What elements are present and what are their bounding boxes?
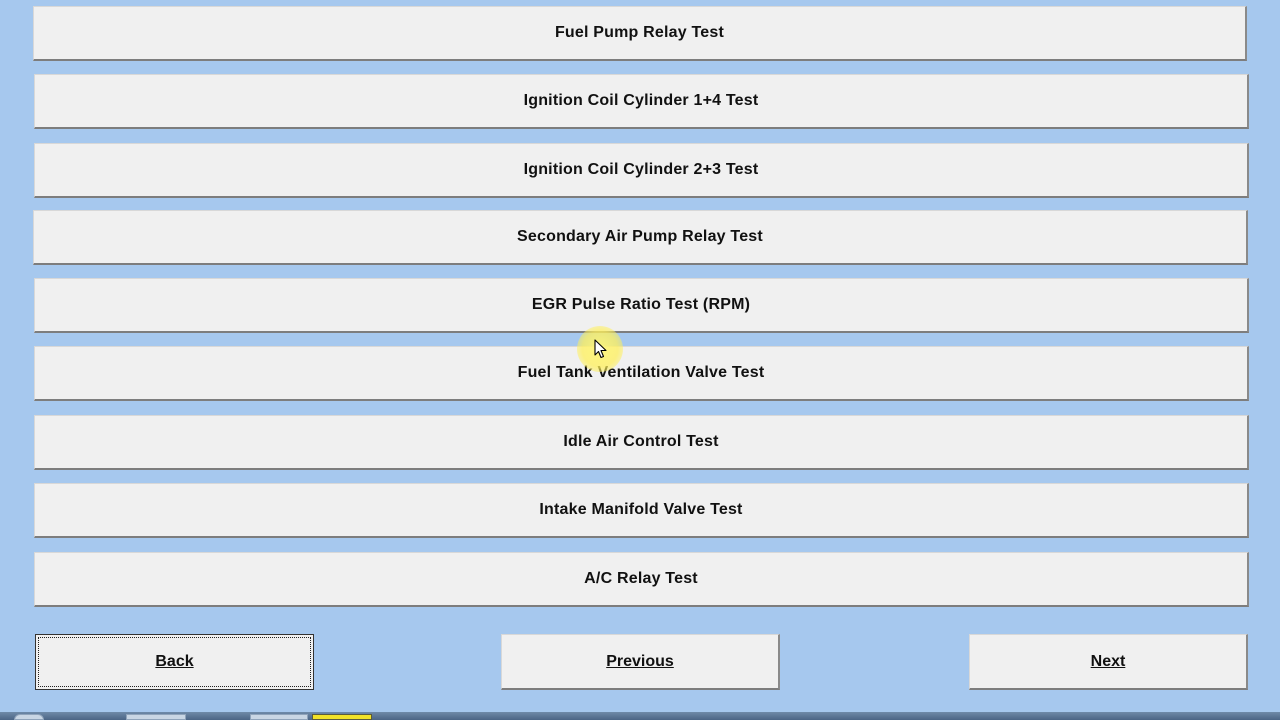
taskbar-item-active[interactable] (312, 714, 372, 720)
fuel-pump-relay-test-button[interactable]: Fuel Pump Relay Test (33, 6, 1247, 61)
taskbar-item-app[interactable] (250, 714, 308, 720)
ignition-coil-cylinder-1-4-test-button[interactable]: Ignition Coil Cylinder 1+4 Test (34, 74, 1249, 129)
taskbar (0, 712, 1280, 720)
fuel-tank-ventilation-valve-test-button[interactable]: Fuel Tank Ventilation Valve Test (34, 346, 1249, 401)
egr-pulse-ratio-test-button[interactable]: EGR Pulse Ratio Test (RPM) (34, 278, 1249, 333)
secondary-air-pump-relay-test-button[interactable]: Secondary Air Pump Relay Test (33, 210, 1248, 265)
idle-air-control-test-button[interactable]: Idle Air Control Test (34, 415, 1249, 470)
next-button[interactable]: Next (969, 634, 1248, 690)
output-test-list: Fuel Pump Relay Test Ignition Coil Cylin… (0, 0, 1280, 610)
start-button[interactable] (14, 714, 44, 720)
ignition-coil-cylinder-2-3-test-button[interactable]: Ignition Coil Cylinder 2+3 Test (34, 143, 1249, 198)
ac-relay-test-button[interactable]: A/C Relay Test (34, 552, 1249, 607)
back-button[interactable]: Back (35, 634, 314, 690)
test-selection-window: Fuel Pump Relay Test Ignition Coil Cylin… (0, 0, 1280, 720)
taskbar-item-explorer[interactable] (126, 714, 186, 720)
intake-manifold-valve-test-button[interactable]: Intake Manifold Valve Test (34, 483, 1249, 538)
previous-button[interactable]: Previous (501, 634, 780, 690)
